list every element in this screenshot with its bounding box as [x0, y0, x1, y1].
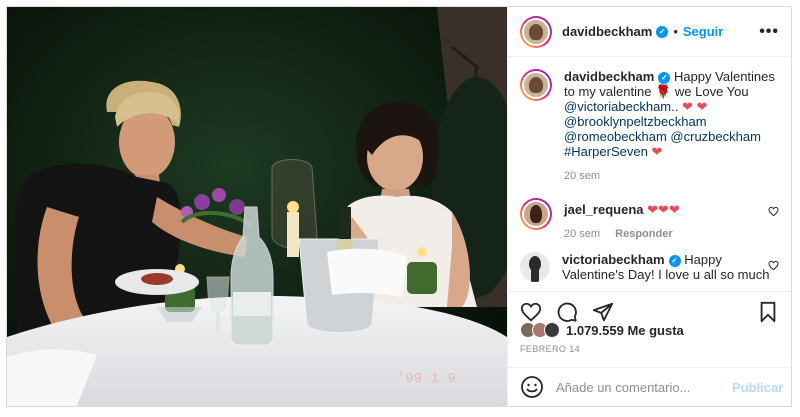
comment-username[interactable]: jael_requena: [564, 202, 644, 217]
caption: davidbeckham ✓ Happy Valentines to my val…: [520, 69, 779, 184]
post-sidebar: davidbeckham ✓ • Seguir ••• davidbeckham…: [507, 7, 791, 406]
caption-time[interactable]: 20 sem: [564, 170, 600, 182]
follow-button[interactable]: Seguir: [683, 24, 723, 39]
mention-brooklyn[interactable]: @brooklynpeltzbeckham: [564, 114, 707, 129]
comment-like-heart-icon[interactable]: [768, 206, 779, 220]
photo-illustration: '99 1 9: [7, 7, 507, 406]
liker-avatars: [520, 322, 560, 338]
post-header: davidbeckham ✓ • Seguir •••: [508, 7, 791, 57]
publish-button[interactable]: Publicar: [732, 380, 783, 395]
bookmark-icon[interactable]: [753, 297, 783, 327]
smiley-icon[interactable]: [520, 375, 544, 399]
caption-meta: 20 sem: [564, 169, 779, 184]
verified-badge-icon: ✓: [656, 25, 669, 38]
mention-cruz[interactable]: @cruzbeckham: [670, 129, 761, 144]
photo-date-stamp: '99 1 9: [397, 371, 456, 387]
commenter-verified-icon: ✓: [668, 254, 681, 267]
likes-count[interactable]: 1.079.559 Me gusta: [566, 323, 684, 338]
comment-input[interactable]: [556, 379, 732, 395]
post-photo[interactable]: '99 1 9: [7, 7, 507, 406]
reply-button[interactable]: Responder: [615, 228, 672, 240]
comment-username[interactable]: victoriabeckham: [562, 252, 665, 267]
header-separator: •: [673, 24, 678, 39]
instagram-post: '99 1 9 davidbeckham ✓ • Seguir ••• davi…: [6, 6, 792, 407]
liker-avatar: [544, 322, 560, 338]
author-username[interactable]: davidbeckham: [562, 24, 652, 39]
caption-text-2: we Love You: [674, 84, 749, 99]
caption-verified-icon: ✓: [658, 71, 671, 84]
caption-username[interactable]: davidbeckham: [564, 69, 654, 84]
comment-time[interactable]: 20 sem: [564, 228, 600, 240]
commenter-avatar[interactable]: [520, 252, 550, 282]
more-options-icon[interactable]: •••: [759, 23, 779, 41]
caption-author-avatar[interactable]: [520, 69, 552, 101]
author-avatar[interactable]: [520, 15, 552, 48]
comment-text: ❤❤❤: [647, 202, 680, 217]
mention-victoria[interactable]: @victoriabeckham..: [564, 99, 678, 114]
hashtag-harperseven[interactable]: #HarperSeven: [564, 144, 648, 159]
comment-body: victoriabeckham ✓ Happy Valentine's Day! …: [562, 252, 779, 282]
comment-body: jael_requena ❤❤❤ 20 sem Responder: [564, 198, 779, 242]
comment-like-heart-icon[interactable]: [768, 260, 779, 274]
likes-row[interactable]: 1.079.559 Me gusta: [520, 322, 684, 338]
caption-body: davidbeckham ✓ Happy Valentines to my val…: [564, 69, 779, 184]
comment-meta: 20 sem Responder: [564, 227, 779, 242]
comment-item: victoriabeckham ✓ Happy Valentine's Day! …: [520, 252, 779, 282]
comment-item: jael_requena ❤❤❤ 20 sem Responder: [520, 198, 779, 242]
heart-emoji: ❤: [651, 144, 663, 159]
add-comment-bar: Publicar: [508, 367, 791, 406]
mention-romeo[interactable]: @romeobeckham: [564, 129, 667, 144]
rose-emoji: 🌹: [655, 84, 672, 99]
comments-list[interactable]: davidbeckham ✓ Happy Valentines to my val…: [508, 63, 791, 290]
commenter-avatar[interactable]: [520, 198, 552, 230]
hearts-emoji: ❤ ❤: [681, 99, 708, 114]
post-date[interactable]: FEBRERO 14: [520, 344, 580, 354]
